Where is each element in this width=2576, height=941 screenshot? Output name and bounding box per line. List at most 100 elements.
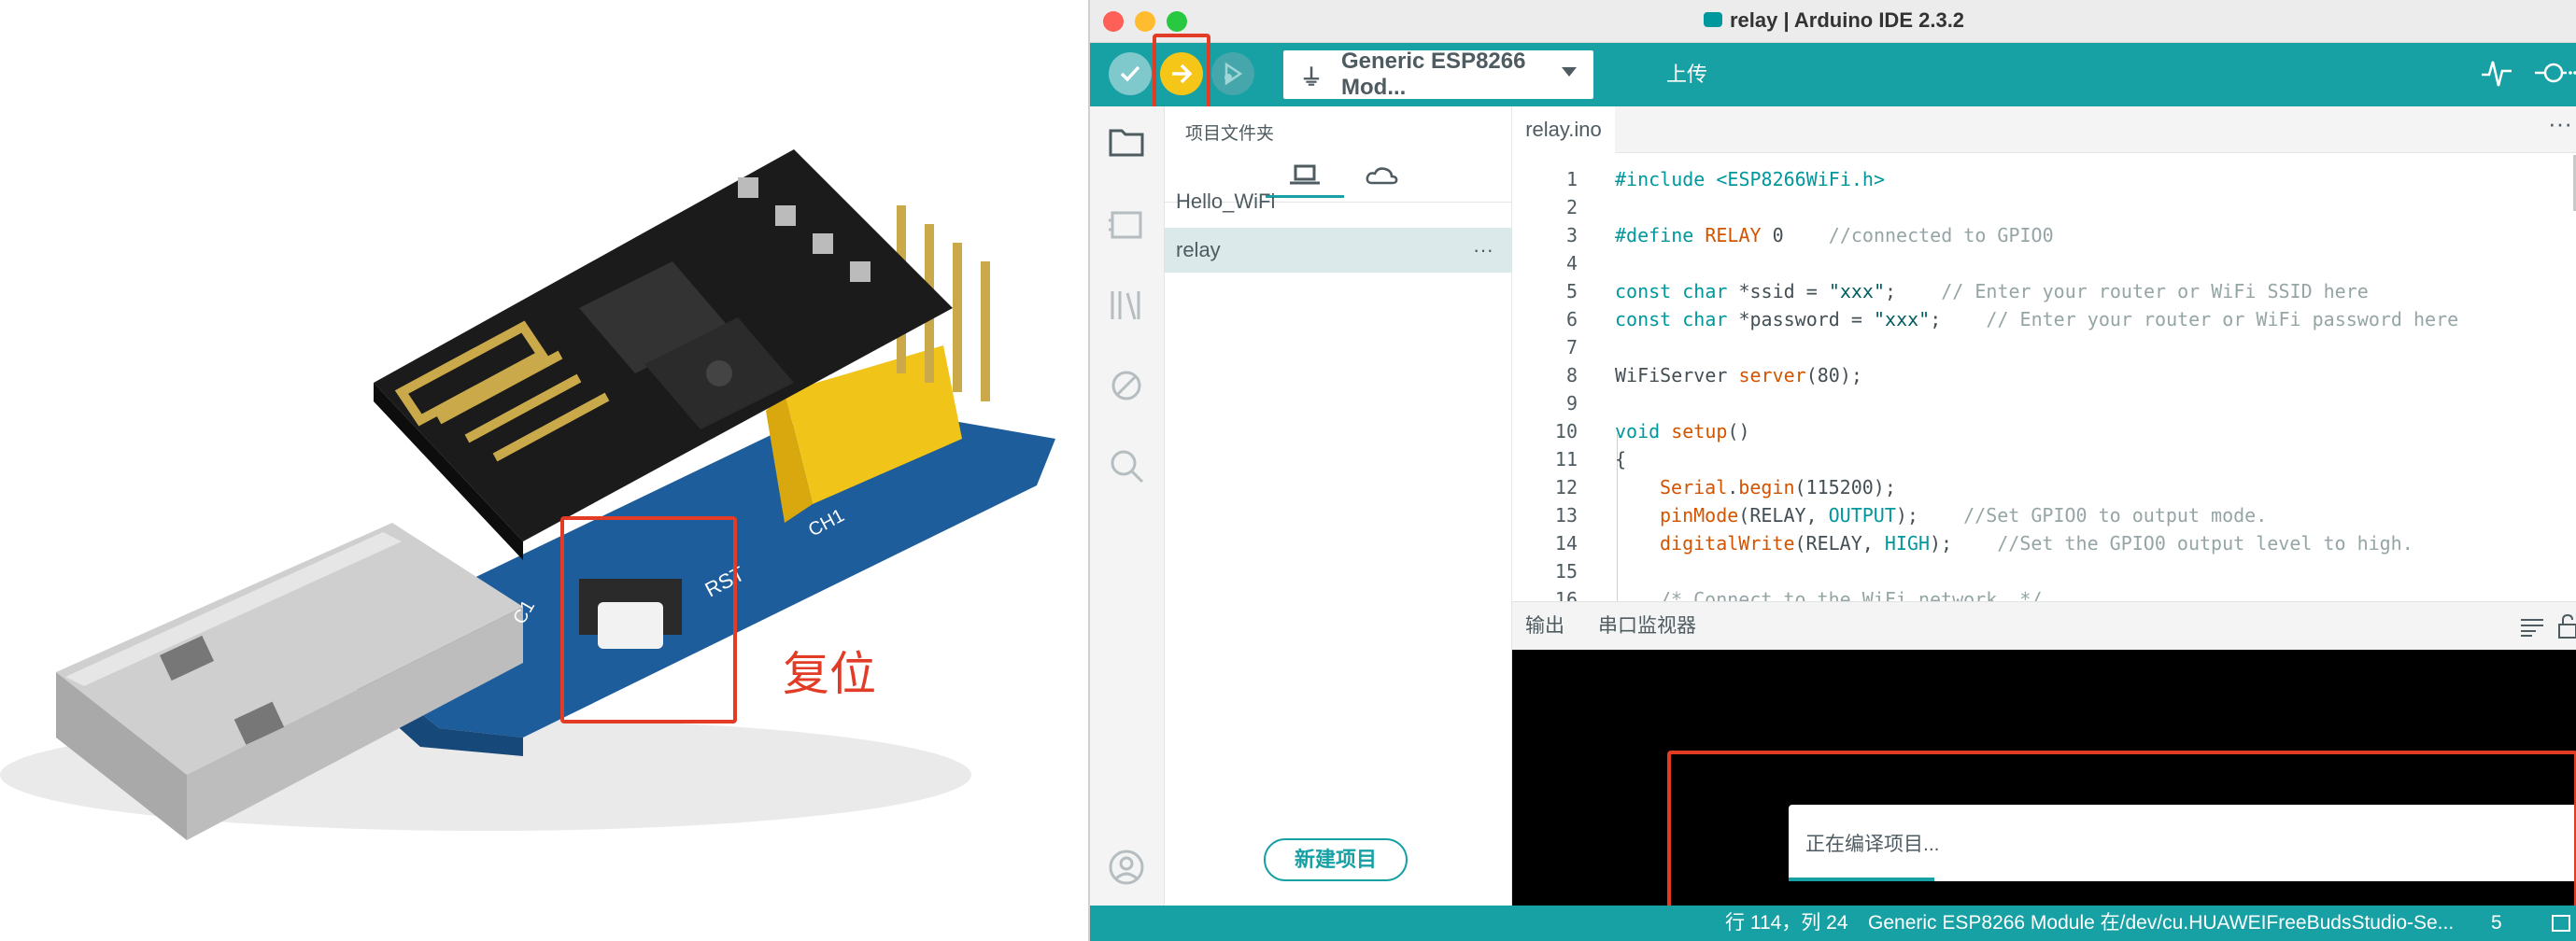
code-token: WiFiServer [1615, 364, 1728, 386]
code-token: ); [1895, 504, 1964, 527]
sketchbook-sidebar: 项目文件夹 Hello_WiFi relay ··· 新建项目 [1165, 106, 1512, 906]
clear-output-icon[interactable] [2519, 617, 2545, 638]
tab-output[interactable]: 输出 [1525, 602, 1564, 651]
code-token: #define [1615, 224, 1706, 246]
line-number: 11 [1554, 448, 1578, 470]
verify-button[interactable] [1109, 52, 1152, 95]
chevron-down-icon [1562, 67, 1577, 77]
maximize-window-button[interactable] [1167, 11, 1187, 32]
code-token: #include <ESP8266WiFi.h> [1615, 168, 1885, 190]
sketchbook-folder-icon[interactable] [1105, 121, 1148, 164]
code-token: ); [1930, 532, 1998, 555]
boards-manager-icon[interactable] [1105, 204, 1148, 246]
code-area[interactable]: 1 2 3 4 5 6 7 8 9 10 11 12 13 14 15 16 #… [1512, 155, 2576, 601]
board-selector[interactable]: ⏚ Generic ESP8266 Mod... [1283, 49, 1593, 100]
line-number: 3 [1565, 224, 1578, 246]
code-token: pinMode [1660, 504, 1739, 527]
editor-tab-bar: relay.ino ··· [1512, 106, 2576, 153]
code-token: server [1738, 364, 1806, 386]
upload-tooltip-label: 上传 [1666, 63, 1708, 86]
new-sketch-button[interactable]: 新建项目 [1264, 838, 1408, 881]
code-token: HIGH [1884, 532, 1930, 555]
code-comment: // Enter your router or WiFi SSID here [1941, 280, 2369, 302]
line-number: 8 [1565, 364, 1578, 386]
code-comment: // Enter your router or WiFi password he… [1986, 308, 2459, 330]
code-token: const [1615, 308, 1672, 330]
debug-button[interactable] [1211, 52, 1254, 95]
code-line-13: pinMode(RELAY, OUTPUT); //Set GPIO0 to o… [1660, 504, 2267, 527]
code-token: (80); [1805, 364, 1862, 386]
usb-icon: ⏚ [1300, 64, 1323, 91]
code-line-5: const char *ssid = "xxx"; // Enter your … [1615, 280, 2369, 302]
serial-monitor-icon[interactable] [2533, 56, 2576, 90]
minimize-window-button[interactable] [1135, 11, 1155, 32]
title-bar: relay | Arduino IDE 2.3.2 [1090, 0, 2576, 43]
lock-icon[interactable] [2556, 613, 2576, 639]
code-token: RELAY [1705, 224, 1762, 246]
toggle-panel-icon[interactable] [2552, 915, 2570, 932]
sidebar-item-hello-wifi[interactable]: Hello_WiFi [1165, 179, 1512, 224]
line-number: 15 [1554, 560, 1578, 583]
search-icon[interactable] [1105, 444, 1148, 487]
tab-relay-ino[interactable]: relay.ino [1512, 106, 1615, 153]
board-port-status[interactable]: Generic ESP8266 Module 在/dev/cu.HUAWEIFr… [1868, 906, 2454, 941]
code-editor: relay.ino ··· 1 2 3 4 5 6 7 8 9 10 11 12… [1512, 106, 2576, 601]
code-line-3: #define RELAY 0 //connected to GPIO0 [1615, 224, 2054, 246]
line-number: 10 [1554, 420, 1578, 442]
code-token: () [1727, 420, 1750, 442]
line-number: 6 [1565, 308, 1578, 330]
window-title: relay | Arduino IDE 2.3.2 [1090, 0, 2576, 43]
board-selector-label: Generic ESP8266 Mod... [1341, 49, 1526, 100]
sidebar-item-label: relay [1176, 238, 1221, 261]
code-token: (RELAY, [1738, 504, 1829, 527]
line-number: 16 [1554, 588, 1578, 601]
line-number: 14 [1554, 532, 1578, 555]
line-number: 4 [1565, 252, 1578, 274]
code-token: *ssid = [1727, 280, 1829, 302]
panel-header: 输出 串口监视器 [1512, 601, 2576, 650]
tab-more-icon[interactable]: ··· [2548, 106, 2572, 140]
sidebar-item-relay[interactable]: relay ··· [1165, 228, 1512, 273]
debugger-icon[interactable] [1105, 364, 1148, 407]
code-token: digitalWrite [1660, 532, 1795, 555]
code-token: { [1615, 448, 1627, 470]
line-number: 9 [1565, 392, 1578, 414]
profile-icon[interactable] [1105, 846, 1148, 889]
more-options-icon[interactable]: ··· [1473, 228, 1493, 273]
window-title-text: relay | Arduino IDE 2.3.2 [1729, 8, 1965, 32]
code-token: 0 [1761, 224, 1784, 246]
status-bar: 行 114，列 24 Generic ESP8266 Module 在/dev/… [1090, 906, 2576, 941]
arduino-ide-window: relay | Arduino IDE 2.3.2 ⏚ Generic ESP8… [1088, 0, 2576, 941]
line-number: 2 [1565, 196, 1578, 218]
toolbar: ⏚ Generic ESP8266 Mod... 上传 [1090, 43, 2576, 106]
code-token: char [1682, 280, 1728, 302]
serial-plotter-icon[interactable] [2480, 56, 2513, 90]
notification-count[interactable]: 5 [2491, 906, 2502, 941]
debug-icon [1224, 62, 1243, 86]
code-token: Serial [1660, 476, 1728, 499]
code-token: (RELAY, [1794, 532, 1885, 555]
code-line-16: /* Connect to the WiFi network. */ [1660, 588, 2042, 601]
close-window-button[interactable] [1103, 11, 1124, 32]
line-number: 5 [1565, 280, 1578, 302]
code-token: (115200); [1794, 476, 1896, 499]
code-comment: //Set the GPIO0 output level to high. [1997, 532, 2413, 555]
code-token: OUTPUT [1828, 504, 1896, 527]
arduino-logo-icon [1703, 12, 1722, 28]
code-token: const [1615, 280, 1672, 302]
sidebar-item-label: Hello_WiFi [1176, 190, 1276, 213]
code-string: "xxx" [1873, 308, 1931, 330]
code-comment: //Set GPIO0 to output mode. [1963, 504, 2268, 527]
product-photo: RST CH1 C1 复位 [0, 0, 1083, 941]
code-token: *password = [1727, 308, 1874, 330]
tab-serial-monitor[interactable]: 串口监视器 [1598, 602, 1696, 651]
reset-button-highlight [560, 516, 737, 723]
library-manager-icon[interactable] [1105, 284, 1148, 327]
esp01-usb-adapter-image: RST CH1 C1 [0, 149, 1055, 840]
code-token: ; [1930, 308, 1987, 330]
code-token: char [1682, 308, 1728, 330]
